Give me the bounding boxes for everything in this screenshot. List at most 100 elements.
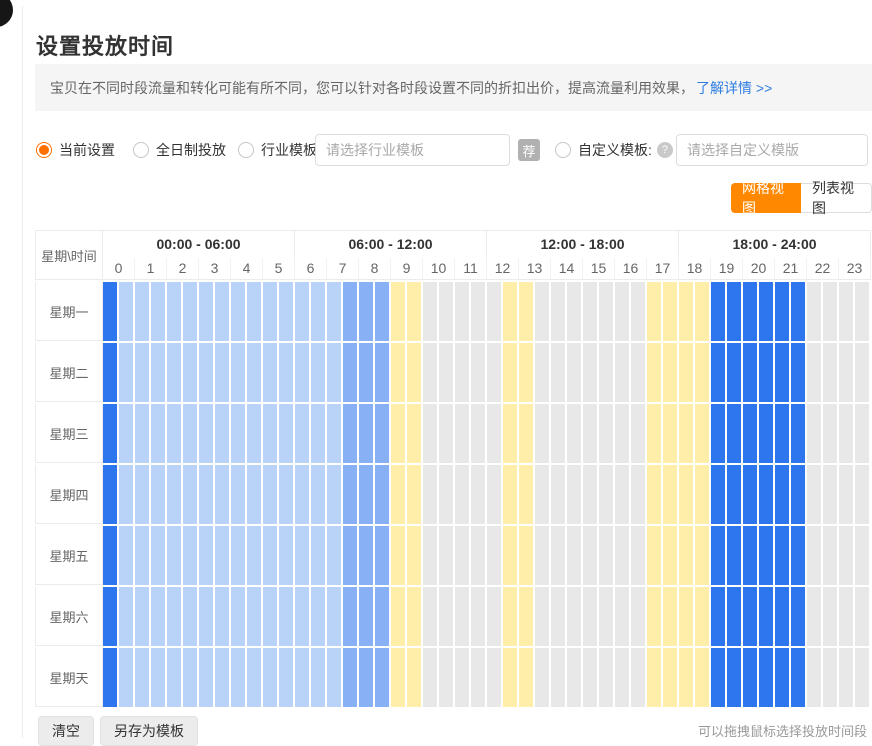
- time-slot[interactable]: [375, 648, 391, 707]
- time-slot[interactable]: [519, 282, 535, 341]
- time-slot[interactable]: [295, 648, 311, 707]
- time-slot[interactable]: [791, 282, 807, 341]
- time-slot[interactable]: [679, 648, 695, 707]
- time-slot[interactable]: [487, 526, 503, 585]
- time-slot[interactable]: [343, 648, 359, 707]
- time-slot[interactable]: [743, 404, 759, 463]
- time-slot[interactable]: [711, 282, 727, 341]
- time-slot[interactable]: [391, 343, 407, 402]
- radio-icon-current[interactable]: [36, 142, 52, 158]
- time-slot[interactable]: [631, 587, 647, 646]
- time-slot[interactable]: [439, 648, 455, 707]
- time-slot[interactable]: [167, 587, 183, 646]
- time-slot[interactable]: [663, 404, 679, 463]
- time-slot[interactable]: [631, 526, 647, 585]
- time-slot[interactable]: [263, 587, 279, 646]
- time-slot[interactable]: [391, 282, 407, 341]
- time-slot[interactable]: [647, 526, 663, 585]
- time-slot[interactable]: [407, 526, 423, 585]
- time-slot[interactable]: [775, 526, 791, 585]
- time-slot[interactable]: [103, 587, 119, 646]
- time-slot[interactable]: [199, 648, 215, 707]
- time-slot[interactable]: [807, 587, 823, 646]
- time-slot[interactable]: [839, 648, 855, 707]
- time-slot[interactable]: [727, 282, 743, 341]
- time-slot[interactable]: [583, 282, 599, 341]
- time-slot[interactable]: [279, 526, 295, 585]
- time-slot[interactable]: [359, 282, 375, 341]
- time-slot[interactable]: [439, 465, 455, 524]
- time-slot[interactable]: [311, 587, 327, 646]
- time-slot[interactable]: [471, 648, 487, 707]
- time-slot[interactable]: [583, 648, 599, 707]
- time-slot[interactable]: [359, 587, 375, 646]
- time-slot[interactable]: [151, 648, 167, 707]
- time-slot[interactable]: [455, 282, 471, 341]
- time-slot[interactable]: [679, 343, 695, 402]
- time-slot[interactable]: [103, 404, 119, 463]
- time-slot[interactable]: [631, 648, 647, 707]
- time-slot[interactable]: [791, 343, 807, 402]
- time-slot[interactable]: [391, 648, 407, 707]
- grid-view-button[interactable]: 网格视图: [731, 183, 801, 213]
- time-slot[interactable]: [615, 343, 631, 402]
- time-slot[interactable]: [439, 404, 455, 463]
- time-slot[interactable]: [375, 404, 391, 463]
- time-slot[interactable]: [359, 465, 375, 524]
- time-slot[interactable]: [503, 282, 519, 341]
- time-slot[interactable]: [311, 648, 327, 707]
- time-slot[interactable]: [103, 465, 119, 524]
- time-slot[interactable]: [599, 282, 615, 341]
- time-slot[interactable]: [407, 465, 423, 524]
- time-slot[interactable]: [439, 343, 455, 402]
- time-slot[interactable]: [119, 587, 135, 646]
- time-slot[interactable]: [311, 343, 327, 402]
- time-slot[interactable]: [135, 404, 151, 463]
- time-slot[interactable]: [439, 282, 455, 341]
- time-slot[interactable]: [695, 648, 711, 707]
- time-slot[interactable]: [471, 465, 487, 524]
- time-slot[interactable]: [759, 404, 775, 463]
- time-slot[interactable]: [615, 587, 631, 646]
- time-slot[interactable]: [567, 404, 583, 463]
- time-slot[interactable]: [375, 587, 391, 646]
- radio-icon-industry[interactable]: [238, 142, 254, 158]
- time-slot[interactable]: [775, 587, 791, 646]
- time-slot[interactable]: [183, 282, 199, 341]
- time-slot[interactable]: [391, 465, 407, 524]
- time-slot[interactable]: [311, 404, 327, 463]
- time-slot[interactable]: [471, 526, 487, 585]
- time-slot[interactable]: [727, 465, 743, 524]
- time-slot[interactable]: [727, 587, 743, 646]
- time-slot[interactable]: [119, 282, 135, 341]
- time-slot[interactable]: [327, 282, 343, 341]
- time-slot[interactable]: [199, 465, 215, 524]
- time-slot[interactable]: [423, 587, 439, 646]
- time-slot[interactable]: [295, 465, 311, 524]
- time-slot[interactable]: [839, 343, 855, 402]
- time-slot[interactable]: [423, 404, 439, 463]
- time-slot[interactable]: [535, 587, 551, 646]
- time-slot[interactable]: [823, 465, 839, 524]
- time-slot[interactable]: [727, 526, 743, 585]
- time-slot[interactable]: [695, 404, 711, 463]
- time-slot[interactable]: [487, 404, 503, 463]
- time-slot[interactable]: [247, 587, 263, 646]
- time-slot[interactable]: [839, 587, 855, 646]
- time-slot[interactable]: [199, 404, 215, 463]
- time-slot[interactable]: [247, 648, 263, 707]
- time-slot[interactable]: [743, 343, 759, 402]
- time-slot[interactable]: [631, 343, 647, 402]
- time-slot[interactable]: [855, 526, 871, 585]
- time-slot[interactable]: [183, 404, 199, 463]
- time-slot[interactable]: [631, 282, 647, 341]
- time-slot[interactable]: [471, 404, 487, 463]
- learn-more-link[interactable]: 了解详情 >>: [696, 78, 772, 98]
- time-slot[interactable]: [455, 465, 471, 524]
- time-slot[interactable]: [615, 648, 631, 707]
- time-slot[interactable]: [663, 282, 679, 341]
- time-slot[interactable]: [647, 587, 663, 646]
- time-slot[interactable]: [295, 587, 311, 646]
- time-slot[interactable]: [503, 343, 519, 402]
- time-slot[interactable]: [535, 465, 551, 524]
